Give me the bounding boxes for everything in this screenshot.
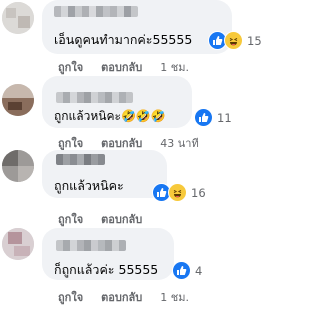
like-icon [172,261,191,280]
reply-link[interactable]: ตอบกลับ [101,58,142,76]
avatar[interactable] [2,2,34,34]
author-name-redacted[interactable] [54,6,138,17]
comment-text: ถูกแล้วหนิคะ [54,178,124,193]
timestamp[interactable]: 1 ชม. [160,288,189,306]
like-link[interactable]: ถูกใจ [58,58,83,76]
avatar-image [2,2,34,34]
comment-bubble[interactable]: เอ็นดูคนทำมากค่ะ55555 [42,0,232,54]
reaction-summary[interactable]: 11 [194,108,232,127]
comment-bubble[interactable]: ถูกแล้วหนิคะ [42,150,167,198]
timestamp[interactable]: 1 ชม. [160,58,189,76]
haha-icon [224,31,243,50]
avatar[interactable] [2,228,34,260]
avatar[interactable] [2,150,34,182]
comment-text: ก็ถูกแล้วค่ะ 55555 [54,262,159,277]
author-name-redacted[interactable] [56,240,126,251]
avatar-image [2,228,34,260]
reaction-count: 11 [217,110,232,125]
avatar[interactable] [2,84,34,116]
comment-text: ถูกแล้วหนิคะ🤣🤣🤣 [54,109,166,123]
reaction-count: 4 [195,263,203,278]
like-link[interactable]: ถูกใจ [58,288,83,306]
avatar-image [2,150,34,182]
reaction-count: 16 [191,185,206,200]
reply-link[interactable]: ตอบกลับ [101,288,142,306]
reply-link[interactable]: ตอบกลับ [101,210,142,228]
reaction-summary[interactable]: 15 [208,31,262,50]
author-name-redacted[interactable] [56,92,133,103]
haha-icon [168,183,187,202]
reaction-count: 15 [247,33,262,48]
reaction-summary[interactable]: 4 [172,261,202,280]
avatar-image [2,84,34,116]
reaction-summary[interactable]: 16 [152,183,206,202]
comment-actions: ถูกใจ ตอบกลับ [58,210,142,228]
timestamp[interactable]: 43 นาที [160,134,198,152]
author-name-redacted[interactable] [56,154,105,165]
comment-actions: ถูกใจ ตอบกลับ 1 ชม. [58,288,189,306]
comment-actions: ถูกใจ ตอบกลับ 1 ชม. [58,58,189,76]
comment-bubble[interactable]: ถูกแล้วหนิคะ🤣🤣🤣 [42,76,192,128]
like-link[interactable]: ถูกใจ [58,210,83,228]
comment-text: เอ็นดูคนทำมากค่ะ55555 [54,32,193,47]
like-icon [194,108,213,127]
comment-bubble[interactable]: ก็ถูกแล้วค่ะ 55555 [42,228,174,280]
